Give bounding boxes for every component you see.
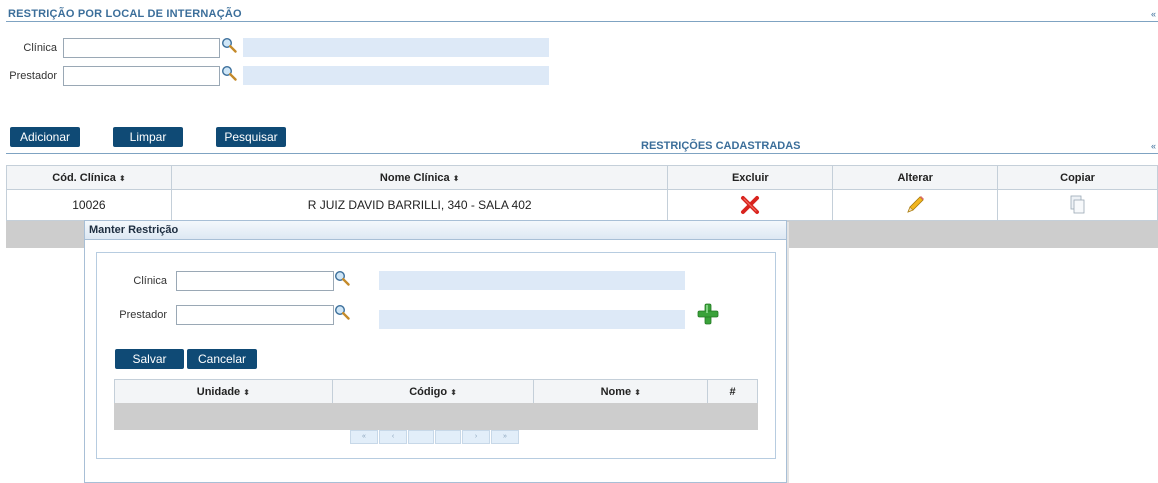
adicionar-button[interactable]: Adicionar — [10, 127, 80, 147]
col-hash: # — [707, 379, 758, 404]
col-copiar: Copiar — [997, 165, 1158, 190]
prestador-search-icon[interactable] — [221, 65, 237, 81]
pager-first-button[interactable]: « — [350, 430, 378, 444]
copy-icon[interactable] — [1069, 195, 1087, 215]
manter-restricao-dialog: Manter Restrição Clínica Prestador Salva… — [84, 220, 787, 483]
sort-icon: ⬍ — [450, 387, 457, 397]
col-excluir: Excluir — [667, 165, 834, 190]
clinica-label: Clínica — [23, 42, 57, 54]
clinica-description-field — [243, 38, 549, 57]
pager-page-slot[interactable] — [435, 430, 461, 444]
col-unidade[interactable]: Unidade ⬍ — [114, 379, 333, 404]
cell-nome: R JUIZ DAVID BARRILLI, 340 - SALA 402 — [170, 189, 669, 221]
add-plus-icon[interactable] — [696, 302, 720, 326]
salvar-button[interactable]: Salvar — [115, 349, 184, 369]
col-nome-clinica[interactable]: Nome Clínica ⬍ — [170, 165, 669, 190]
pager-next-button[interactable]: › — [462, 430, 490, 444]
results-header-row: Cód. Clínica ⬍ Nome Clínica ⬍ Excluir Alte… — [6, 165, 1158, 190]
clinica-input[interactable] — [63, 38, 220, 58]
clinica-search-icon[interactable] — [221, 37, 237, 53]
section-divider — [6, 21, 1158, 22]
copiar-cell — [997, 189, 1158, 221]
results-title: RESTRIÇÕES CADASTRADAS — [641, 140, 801, 152]
dialog-prestador-description-field — [379, 310, 685, 329]
dialog-title[interactable]: Manter Restrição — [85, 221, 786, 240]
col-nome[interactable]: Nome ⬍ — [533, 379, 709, 404]
prestador-description-field — [243, 66, 549, 85]
excluir-cell — [667, 189, 834, 221]
pager-last-button[interactable]: » — [491, 430, 519, 444]
edit-pencil-icon[interactable] — [904, 194, 926, 216]
alterar-cell — [832, 189, 999, 221]
col-cod-clinica[interactable]: Cód. Clínica ⬍ — [6, 165, 172, 190]
dialog-prestador-input[interactable] — [176, 305, 334, 325]
prestador-label: Prestador — [9, 70, 57, 82]
dialog-pager-band: « ‹ › » — [114, 403, 758, 444]
section-collapse-toggle[interactable]: « — [1151, 9, 1156, 19]
prestador-input[interactable] — [63, 66, 220, 86]
dialog-clinica-input[interactable] — [176, 271, 334, 291]
pager-page-slot[interactable] — [408, 430, 434, 444]
pesquisar-button[interactable]: Pesquisar — [216, 127, 286, 147]
sort-icon: ⬍ — [243, 387, 250, 397]
sort-icon: ⬍ — [118, 173, 126, 183]
dialog-header-row: Unidade ⬍ Código ⬍ Nome ⬍ # — [114, 379, 758, 404]
dialog-clinica-description-field — [379, 271, 685, 290]
section-title: RESTRIÇÃO POR LOCAL DE INTERNAÇÃO — [8, 8, 242, 20]
col-codigo[interactable]: Código ⬍ — [331, 379, 535, 404]
dialog-table: Unidade ⬍ Código ⬍ Nome ⬍ # — [114, 379, 758, 404]
pager-prev-button[interactable]: ‹ — [379, 430, 407, 444]
results-divider — [6, 153, 1158, 154]
dialog-prestador-search-icon[interactable] — [334, 304, 350, 320]
dialog-clinica-search-icon[interactable] — [334, 270, 350, 286]
limpar-button[interactable]: Limpar — [113, 127, 183, 147]
cancelar-button[interactable]: Cancelar — [187, 349, 257, 369]
dialog-clinica-label: Clínica — [133, 275, 167, 287]
pager: « ‹ › » — [350, 430, 520, 444]
sort-icon: ⬍ — [634, 387, 641, 397]
table-row: 10026 R JUIZ DAVID BARRILLI, 340 - SALA … — [6, 189, 1158, 221]
dialog-prestador-label: Prestador — [119, 309, 167, 321]
results-collapse-toggle[interactable]: « — [1151, 141, 1156, 151]
dialog-panel: Clínica Prestador Salvar Cancelar Unidad… — [96, 252, 776, 459]
delete-icon[interactable] — [739, 194, 761, 216]
results-table: Cód. Clínica ⬍ Nome Clínica ⬍ Excluir Alte… — [6, 165, 1158, 221]
cell-codigo: 10026 — [6, 189, 172, 221]
sort-icon: ⬍ — [452, 173, 460, 183]
col-alterar: Alterar — [832, 165, 999, 190]
